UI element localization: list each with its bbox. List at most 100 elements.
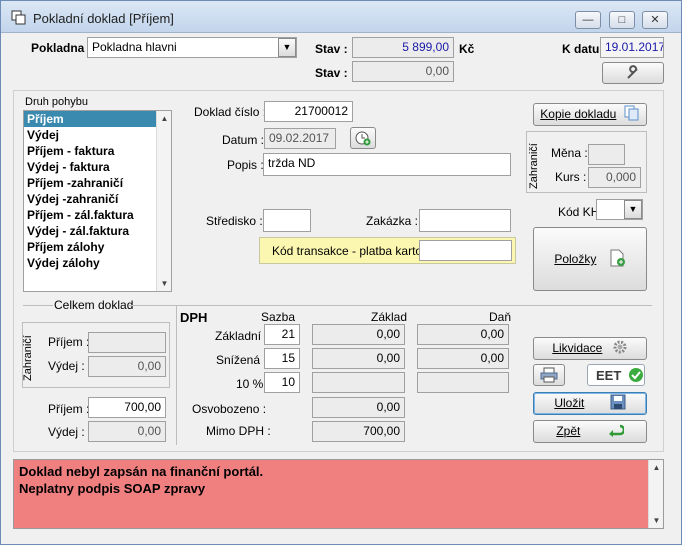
list-scrollbar[interactable]: ▲ ▼	[156, 111, 171, 291]
kod-transakce-panel: Kód transakce - platba kartou	[259, 237, 516, 264]
error-message-box[interactable]: Doklad nebyl zapsán na finanční portál. …	[13, 459, 664, 529]
kdatu-field[interactable]: 19.01.2017	[600, 37, 664, 58]
gear-icon	[613, 340, 627, 354]
print-button[interactable]	[533, 364, 565, 386]
pokladni-doklad-window: Pokladní doklad [Příjem] — □ ✕ Pokladna …	[0, 0, 682, 545]
calendar-clock-icon	[355, 131, 371, 146]
message-scroll-down-icon[interactable]: ▼	[649, 513, 664, 528]
celkem-line-left	[23, 305, 53, 306]
save-icon	[610, 394, 626, 410]
popis-field[interactable]: tržda ND	[263, 153, 511, 176]
scroll-up-icon[interactable]: ▲	[157, 111, 172, 126]
message-scroll-up-icon[interactable]: ▲	[649, 460, 664, 475]
druh-pohybu-item[interactable]: Příjem	[24, 111, 156, 127]
mimo-dph-field[interactable]: 700,00	[312, 421, 405, 442]
app-icon	[11, 10, 26, 25]
zpet-button[interactable]: Zpět	[533, 420, 647, 443]
message-scrollbar[interactable]: ▲ ▼	[648, 460, 663, 528]
kod-transakce-label: Kód transakce - platba kartou	[272, 244, 429, 258]
druh-pohybu-item[interactable]: Příjem -zahraničí	[24, 175, 156, 191]
prijem-zahranici-field[interactable]	[88, 332, 166, 353]
vydej-zahranici-field[interactable]: 0,00	[88, 356, 166, 377]
scroll-down-icon[interactable]: ▼	[157, 276, 172, 291]
datum-label: Datum :	[222, 133, 265, 147]
datum-field[interactable]: 09.02.2017	[264, 128, 336, 149]
dph-sazba-field[interactable]: 21	[264, 324, 300, 345]
maximize-button[interactable]: □	[609, 11, 635, 29]
printer-icon	[540, 367, 558, 383]
dph-zaklad-field[interactable]	[312, 372, 405, 393]
copy-icon	[624, 105, 639, 121]
polozky-label: Položky	[554, 252, 597, 266]
prijem-label: Příjem :	[48, 402, 90, 416]
doklad-cislo-label: Doklad číslo :	[194, 105, 267, 119]
mimo-dph-label: Mimo DPH :	[206, 424, 271, 438]
popis-label: Popis :	[227, 158, 264, 172]
stredisko-field[interactable]	[263, 209, 311, 232]
druh-pohybu-label: Druh pohybu	[25, 96, 88, 108]
kopie-dokladu-label: Kopie dokladu	[540, 107, 617, 121]
error-message-line-1: Doklad nebyl zapsán na finanční portál.	[19, 464, 264, 479]
stav-label: Stav :	[315, 42, 348, 56]
dph-title: DPH	[180, 310, 208, 325]
kodkh-label: Kód KH	[558, 205, 600, 219]
druh-pohybu-item[interactable]: Výdej - zál.faktura	[24, 223, 156, 239]
osvobozeno-label: Osvobozeno :	[192, 402, 267, 416]
settings-button[interactable]	[602, 62, 664, 84]
doklad-cislo-field[interactable]: 21700012	[264, 101, 353, 122]
dph-dan-field[interactable]: 0,00	[417, 324, 509, 345]
celkem-line-right	[129, 305, 652, 306]
window-title: Pokladní doklad [Příjem]	[33, 11, 174, 26]
druh-pohybu-item[interactable]: Výdej zálohy	[24, 255, 156, 271]
dph-sazba-field[interactable]: 15	[264, 348, 300, 369]
druh-pohybu-item[interactable]: Výdej - faktura	[24, 159, 156, 175]
dph-divider	[176, 305, 177, 445]
vydej-field[interactable]: 0,00	[88, 421, 166, 442]
wrench-icon	[627, 65, 638, 79]
zpet-label: Zpět	[556, 424, 581, 438]
polozky-button[interactable]: Položky	[533, 227, 647, 291]
druh-pohybu-item[interactable]: Příjem - zál.faktura	[24, 207, 156, 223]
eet-button[interactable]: EET	[587, 364, 645, 386]
prijem-zahranici-label: Příjem :	[48, 335, 90, 349]
celkem-label: Celkem doklad	[54, 298, 134, 312]
mena-label: Měna :	[551, 146, 588, 160]
dph-sazba-field[interactable]: 10	[264, 372, 300, 393]
likvidace-button[interactable]: Likvidace	[533, 337, 647, 360]
druh-pohybu-item[interactable]: Příjem - faktura	[24, 143, 156, 159]
dph-dan-field[interactable]	[417, 372, 509, 393]
date-picker-button[interactable]	[350, 127, 376, 149]
pokladna-label: Pokladna :	[31, 41, 92, 55]
druh-pohybu-item[interactable]: Příjem zálohy	[24, 239, 156, 255]
osvobozeno-field[interactable]: 0,00	[312, 397, 405, 418]
pokladna-select[interactable]: Pokladna hlavni	[87, 37, 297, 58]
druh-pohybu-item[interactable]: Výdej	[24, 127, 156, 143]
vydej-zahranici-label: Výdej :	[48, 359, 85, 373]
minimize-button[interactable]: —	[575, 11, 601, 29]
dph-row-label: Základní :	[215, 329, 268, 343]
druh-pohybu-item[interactable]: Výdej -zahraničí	[24, 191, 156, 207]
zakazka-label: Zakázka :	[366, 214, 419, 228]
kod-transakce-field[interactable]	[419, 240, 512, 261]
mena-field[interactable]	[588, 144, 625, 165]
kodkh-dropdown-icon[interactable]: ▼	[624, 200, 642, 219]
ulozit-button[interactable]: Uložit	[533, 392, 647, 415]
error-message-line-2: Neplatny podpis SOAP zpravy	[19, 481, 206, 496]
dph-col-sazba: Sazba	[261, 310, 296, 324]
check-icon	[629, 368, 643, 382]
prijem-field[interactable]: 700,00	[88, 397, 166, 418]
title-bar: Pokladní doklad [Příjem] — □ ✕	[1, 1, 681, 33]
document-add-icon	[610, 249, 625, 267]
kopie-dokladu-button[interactable]: Kopie dokladu	[533, 103, 647, 126]
druh-pohybu-list[interactable]: Příjem Výdej Příjem - faktura Výdej - faktu…	[23, 110, 172, 292]
dph-zaklad-field[interactable]: 0,00	[312, 348, 405, 369]
back-arrow-icon	[608, 424, 625, 437]
dph-col-dan: Daň	[489, 310, 512, 324]
dph-zaklad-field[interactable]: 0,00	[312, 324, 405, 345]
kurs-field[interactable]: 0,000	[588, 167, 641, 188]
pokladna-dropdown-icon[interactable]: ▼	[278, 38, 296, 57]
dph-dan-field[interactable]: 0,00	[417, 348, 509, 369]
zakazka-field[interactable]	[419, 209, 511, 232]
eet-label: EET	[596, 368, 622, 383]
close-button[interactable]: ✕	[642, 11, 668, 29]
